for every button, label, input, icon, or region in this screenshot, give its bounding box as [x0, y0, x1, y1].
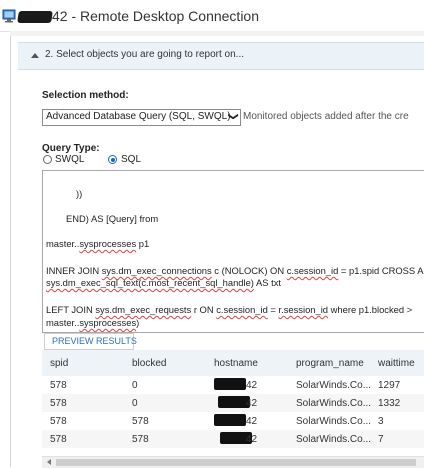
sql-radio-label: SQL — [121, 154, 142, 165]
query-line: END) AS [Query] from — [66, 213, 159, 224]
panel-top-strip — [10, 31, 424, 36]
redacted-hostname — [214, 414, 246, 426]
query-line: sys.dm_exec_sql_text(c.most_recent_sql_h… — [46, 277, 282, 288]
column-header-spid[interactable]: spid — [50, 358, 68, 369]
cell-program-name: SolarWinds.Co... — [296, 380, 372, 391]
scroll-left-arrow-icon[interactable] — [47, 459, 51, 465]
chevron-down-icon: ❯ — [227, 112, 239, 121]
cell-hostname-suffix: 42 — [246, 398, 258, 409]
cell-blocked: 578 — [132, 416, 149, 427]
cell-spid: 578 — [50, 380, 67, 391]
cell-hostname-suffix: 42 — [246, 380, 258, 391]
column-header-hostname[interactable]: hostname — [214, 358, 258, 369]
redacted-hostname — [214, 378, 246, 390]
scrollbar-thumb[interactable] — [56, 459, 416, 466]
cell-spid: 578 — [50, 434, 67, 445]
preview-results-label: PREVIEW RESULTS — [52, 336, 137, 346]
column-header-blocked[interactable]: blocked — [132, 358, 166, 369]
cell-hostname-suffix: 42 — [246, 416, 258, 427]
selection-method-select[interactable]: Advanced Database Query (SQL, SWQL) ❯ — [42, 109, 241, 126]
cell-spid: 578 — [50, 398, 67, 409]
query-type-label: Query Type: — [42, 143, 100, 154]
table-row: 578 0 42 SolarWinds.Co... 1297 — [42, 376, 424, 394]
cell-hostname-suffix: 42 — [246, 434, 258, 445]
horizontal-scrollbar[interactable] — [42, 456, 424, 468]
query-line: INNER JOIN sys.dm_exec_connections c (NO… — [46, 265, 424, 276]
query-line: master..sysprocesses p1 — [46, 238, 150, 249]
section-title: 2. Select objects you are going to repor… — [45, 49, 245, 60]
remote-desktop-icon — [2, 9, 16, 23]
query-line: LEFT JOIN sys.dm_exec_requests r ON c.se… — [46, 304, 413, 315]
selection-method-label: Selection method: — [42, 90, 129, 101]
cell-waittime: 7 — [378, 434, 384, 445]
query-line: )) — [76, 188, 83, 199]
redacted-host-name — [17, 11, 53, 23]
window-title: 42 - Remote Desktop Connection — [52, 8, 259, 24]
cell-program-name: SolarWinds.Co... — [296, 434, 372, 445]
selection-method-note: Monitored objects added after the cre — [243, 111, 409, 122]
cell-waittime: 3 — [378, 416, 384, 427]
cell-waittime: 1297 — [378, 380, 401, 391]
window-titlebar: 42 - Remote Desktop Connection — [0, 0, 424, 32]
results-grid: spid blocked hostname program_name waitt… — [42, 350, 424, 456]
results-header-row: spid blocked hostname program_name waitt… — [42, 350, 424, 376]
preview-results-button[interactable]: PREVIEW RESULTS — [44, 333, 137, 350]
sql-radio[interactable] — [108, 155, 117, 164]
cell-spid: 578 — [50, 416, 67, 427]
cell-blocked: 578 — [132, 434, 149, 445]
query-line: master..sysprocesses) — [46, 317, 140, 328]
swql-radio[interactable] — [43, 155, 52, 164]
selection-method-value: Advanced Database Query (SQL, SWQL) — [46, 111, 231, 122]
table-row: 578 0 42 SolarWinds.Co... 1332 — [42, 394, 424, 412]
column-header-program-name[interactable]: program_name — [296, 358, 364, 369]
table-row: 578 578 42 SolarWinds.Co... 7 — [42, 430, 424, 448]
cell-program-name: SolarWinds.Co... — [296, 398, 372, 409]
column-header-waittime[interactable]: waittime — [378, 358, 415, 369]
sql-query-textarea[interactable]: )) END) AS [Query] from master..sysproce… — [42, 170, 424, 333]
swql-radio-label: SWQL — [55, 154, 85, 165]
table-row: 578 578 42 SolarWinds.Co... 3 — [42, 412, 424, 430]
cell-waittime: 1332 — [378, 398, 401, 409]
cell-program-name: SolarWinds.Co... — [296, 416, 372, 427]
collapse-arrow-icon[interactable] — [31, 53, 39, 58]
section-header[interactable]: 2. Select objects you are going to repor… — [18, 42, 424, 70]
cell-blocked: 0 — [132, 380, 138, 391]
cell-blocked: 0 — [132, 398, 138, 409]
